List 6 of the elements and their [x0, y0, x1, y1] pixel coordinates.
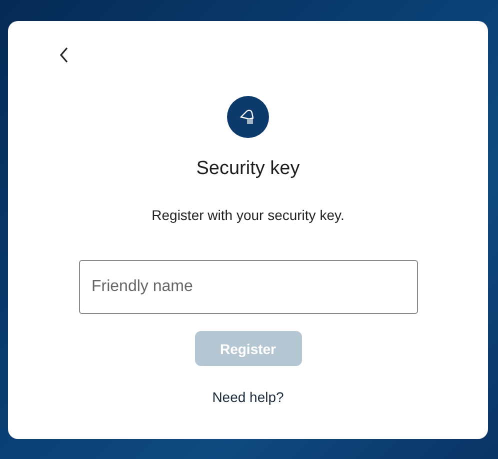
help-link[interactable]: Need help? [212, 389, 284, 405]
chevron-left-icon [59, 47, 69, 63]
instruction-text: Register with your security key. [152, 207, 344, 223]
key-badge-icon [227, 96, 269, 138]
dialog-title: Security key [196, 158, 300, 180]
friendly-name-field[interactable]: Friendly name [78, 260, 418, 314]
